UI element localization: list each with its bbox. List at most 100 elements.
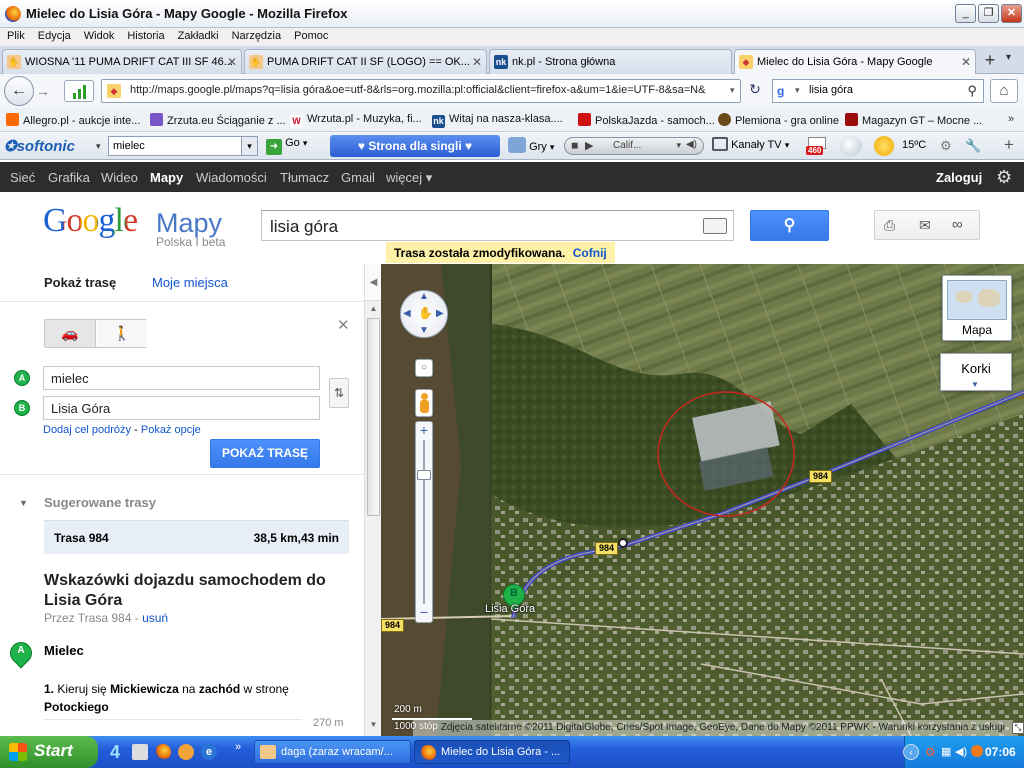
collapse-panel-button[interactable]: ◀ [365,264,382,301]
swap-icon[interactable]: ⇅ [329,378,349,408]
softonic-logo[interactable]: ✪softonic [4,137,75,155]
show-options-link[interactable]: Pokaż opcje [141,424,201,436]
quicklaunch-firefox-icon[interactable] [155,744,171,760]
gbar-link-news[interactable]: Wiadomości [196,170,267,185]
weather-cloud-icon[interactable] [840,136,862,156]
back-button[interactable]: ← [4,76,34,106]
quicklaunch-app-icon[interactable]: 4 [110,742,120,763]
gbar-link-web[interactable]: Sieć [10,170,35,185]
remove-link[interactable]: usuń [142,611,168,625]
add-destination-link[interactable]: Dodaj cel podróży [43,424,131,436]
tv-channels-button[interactable]: Kanały TV ▾ [712,137,789,151]
gbar-link-gmail[interactable]: Gmail [341,170,375,185]
singles-banner-button[interactable]: ♥ Strona dla singli ♥ [330,135,500,157]
search-icon[interactable]: ⚲ [967,83,977,99]
resize-corner-icon[interactable]: ⤡ [1012,722,1024,734]
softonic-go-button[interactable]: ➜ Go ▾ [266,137,307,155]
softonic-search-input[interactable]: mielec ▾ [108,136,258,156]
close-window-button[interactable]: ✕ [1001,4,1022,23]
scroll-thumb[interactable] [367,318,380,516]
tray-expand-icon[interactable]: ‹ [903,744,919,760]
url-bar[interactable]: ◆ http://maps.google.pl/maps?q=lisia gór… [101,79,741,103]
suggested-routes-heading[interactable]: Sugerowane trasy [44,495,156,510]
play-icon[interactable]: ▶ [585,139,593,152]
tab-my-places[interactable]: Moje miejsca [152,275,228,290]
restore-button[interactable]: ❐ [978,4,999,23]
close-tab-icon[interactable]: ✕ [961,55,971,69]
destination-input[interactable]: Lisia Góra [43,396,320,420]
settings-wrench-icon[interactable]: ⚙ [940,138,952,154]
origin-input[interactable]: mielec [43,366,320,390]
bookmark-zrzuta[interactable]: Zrzuta.eu Ściąganie z ... [150,113,286,127]
weather-sun-icon[interactable] [874,136,894,156]
zoom-in-button[interactable]: + [416,422,432,440]
wrench-icon[interactable]: 🔧 [965,138,981,154]
pan-down-icon[interactable]: ▼ [419,325,429,336]
direction-step-1[interactable]: 1. Kieruj się Mickiewicza na zachód w st… [44,680,304,716]
gbar-link-video[interactable]: Wideo [101,170,138,185]
signal-bars-icon[interactable] [64,80,94,102]
close-tab-icon[interactable]: ✕ [227,55,237,69]
chevron-down-icon[interactable]: ▾ [241,137,257,155]
link-icon[interactable]: ∞ [952,216,963,233]
bookmark-allegro[interactable]: Allegro.pl - aukcje inte... [6,113,140,127]
maps-search-button[interactable]: ⚲ [750,210,829,241]
add-toolbar-button[interactable]: + [1004,135,1014,155]
taskbar-item-daga[interactable]: daga (zaraz wracam/... [254,740,411,764]
tray-avast-icon[interactable] [971,745,983,757]
menu-tools[interactable]: Narzędzia [225,28,288,42]
softonic-menu-icon[interactable]: ▾ [96,141,101,152]
radio-player[interactable]: ◼ ▶ Calif... ▾ ◀) [564,137,704,155]
close-icon[interactable]: ✕ [337,316,350,334]
menu-file[interactable]: Plik [0,28,31,42]
window-title-bar[interactable]: Mielec do Lisia Góra - Mapy Google - Moz… [0,0,1024,28]
maps-search-input[interactable]: lisia góra [261,210,734,241]
reload-icon[interactable]: ↻ [745,81,765,101]
quicklaunch-desktop-icon[interactable] [132,744,148,760]
gbar-link-maps[interactable]: Mapy [150,170,183,185]
tab-directions[interactable]: Pokaż trasę [44,275,116,290]
google-logo[interactable]: Google [43,202,138,240]
tab-list-button[interactable]: ▾ [1006,52,1011,63]
car-mode-button[interactable]: 🚗 [45,320,96,347]
zoom-slider[interactable]: + − [415,421,433,623]
volume-icon[interactable]: ◀) [686,139,697,150]
menu-help[interactable]: Pomoc [287,28,334,42]
tab-google-maps[interactable]: ◆ Mielec do Lisia Góra - Mapy Google ✕ [734,49,976,75]
reset-view-button[interactable]: ○ [415,359,433,377]
pan-control[interactable]: ▲ ▼ ◀ ▶ ✋ [400,290,448,338]
menu-history[interactable]: Historia [120,28,170,42]
games-button[interactable]: Gry ▾ [508,137,554,153]
route-waypoint-handle[interactable] [618,538,628,548]
url-dropdown-icon[interactable]: ▾ [730,85,735,96]
zoom-out-button[interactable]: − [416,604,432,622]
map-type-button[interactable]: Mapa [942,275,1012,341]
get-directions-button[interactable]: POKAŻ TRASĘ [210,439,320,468]
print-icon[interactable]: ⎙ [884,217,895,234]
bookmark-magazyn-gt[interactable]: Magazyn GT – Mocne ... [845,113,982,127]
gbar-link-more[interactable]: więcej ▾ [386,170,432,186]
undo-link[interactable]: Cofnij [573,246,607,260]
engine-dropdown-icon[interactable]: ▾ [795,85,800,96]
tray-volume-icon[interactable]: ◀) [955,745,967,758]
more-bookmarks-icon[interactable]: » [1008,113,1014,125]
start-button[interactable]: Start [0,736,98,768]
pan-right-icon[interactable]: ▶ [436,308,444,319]
new-tab-button[interactable]: + [979,50,1001,72]
quicklaunch-more-icon[interactable]: » [235,741,241,753]
bookmark-plemiona[interactable]: Plemiona - gra online [718,113,839,127]
scroll-down-arrow[interactable]: ▼ [366,720,381,734]
chevron-down-icon[interactable]: ▾ [676,140,681,151]
tab-puma-ii[interactable]: ✋ PUMA DRIFT CAT II SF (LOGO) == OK... ✕ [244,49,487,74]
stop-icon[interactable]: ◼ [571,140,578,151]
pegman-icon[interactable] [415,389,433,417]
quicklaunch-app2-icon[interactable] [178,744,194,760]
route-option[interactable]: Trasa 984 38,5 km,43 min [44,520,349,554]
search-engine-box[interactable]: g ▾ lisia góra ⚲ [772,79,984,103]
scroll-up-arrow[interactable]: ▲ [366,304,381,318]
quicklaunch-ie-icon[interactable]: e [201,744,217,760]
map-canvas[interactable]: 984 984 984 B Lisia Góra ▲ ▼ ◀ ▶ ✋ ○ + −… [381,264,1024,736]
close-tab-icon[interactable]: ✕ [472,55,482,69]
minimize-button[interactable]: _ [955,4,976,23]
pan-left-icon[interactable]: ◀ [403,308,411,319]
